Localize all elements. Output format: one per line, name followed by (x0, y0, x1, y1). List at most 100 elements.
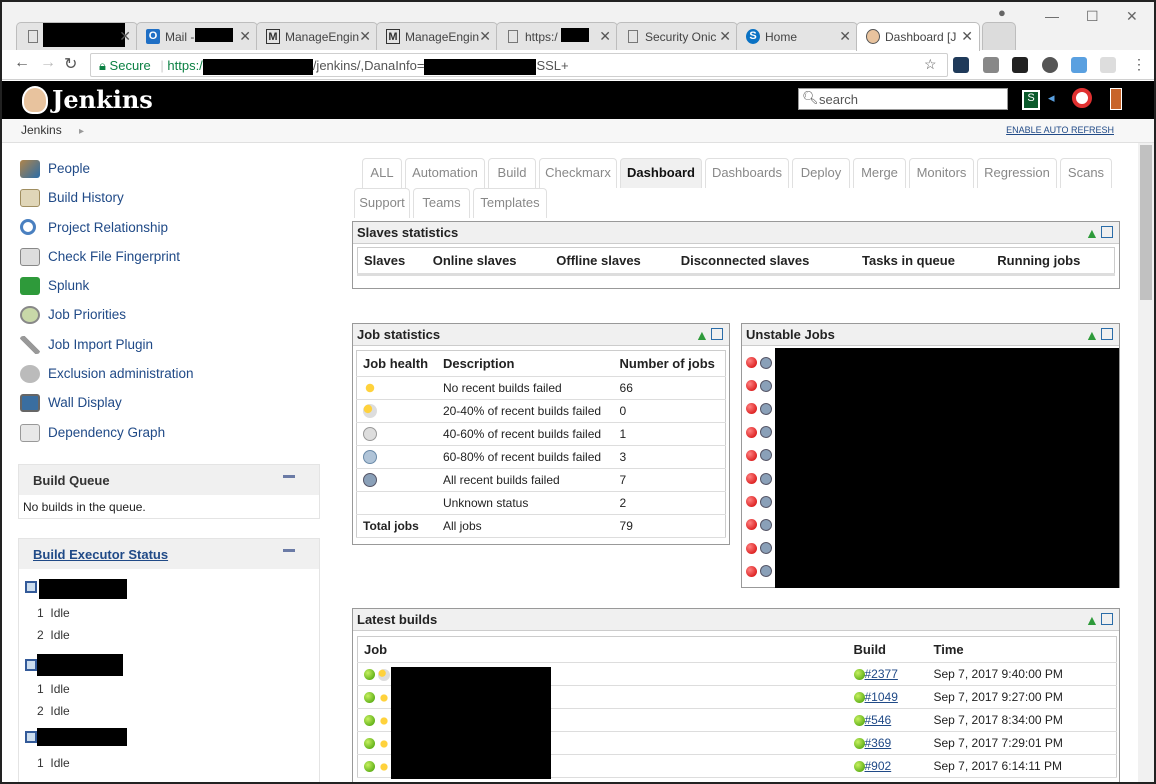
browser-tab[interactable]: M ManageEngin ✕ (256, 22, 378, 50)
build-link[interactable]: #2377 (865, 667, 898, 681)
move-up-icon[interactable]: ▲ (1085, 612, 1099, 628)
minimize-icon[interactable]: — (1045, 8, 1059, 24)
browser-tab[interactable]: M ManageEngin ✕ (376, 22, 498, 50)
close-tab-icon[interactable]: ✕ (961, 28, 973, 45)
collapse-icon[interactable] (283, 475, 295, 478)
sidebar-item-wall-display[interactable]: Wall Display (18, 388, 322, 417)
move-up-icon[interactable]: ▲ (1085, 327, 1099, 343)
tab-checkmarx[interactable]: Checkmarx (539, 158, 617, 188)
tab-regression[interactable]: Regression (977, 158, 1057, 188)
unstable-job-row[interactable] (746, 354, 776, 370)
sidebar-item-splunk[interactable]: Splunk (18, 271, 322, 300)
collapse-icon[interactable] (283, 549, 295, 552)
sidebar-item-build-history[interactable]: Build History (18, 183, 322, 212)
move-up-icon[interactable]: ▲ (1085, 225, 1099, 241)
tab-templates[interactable]: Templates (473, 188, 547, 218)
new-tab-button[interactable] (982, 22, 1016, 50)
unstable-job-row[interactable] (746, 424, 776, 440)
build-executor-status-link[interactable]: Build Executor Status (33, 547, 168, 562)
maximize-portlet-icon[interactable] (1101, 226, 1113, 238)
chevron-right-icon[interactable]: ▸ (79, 126, 84, 137)
unstable-job-row[interactable] (746, 516, 776, 532)
breadcrumb-jenkins[interactable]: Jenkins (21, 123, 62, 137)
failed-status-icon (746, 519, 757, 531)
maximize-icon[interactable]: ☐ (1086, 8, 1099, 25)
close-tab-icon[interactable]: ✕ (119, 28, 131, 45)
unstable-job-row[interactable] (746, 563, 776, 579)
extension-icon[interactable] (1042, 57, 1058, 73)
browser-tab[interactable]: O Mail - ✕ (136, 22, 258, 50)
build-link[interactable]: #369 (865, 736, 892, 750)
unstable-job-row[interactable] (746, 400, 776, 416)
bookmark-star-icon[interactable]: ☆ (924, 56, 937, 73)
menu-icon[interactable]: ⋮ (1132, 56, 1146, 73)
unstable-job-row[interactable] (746, 447, 776, 463)
jenkins-logo[interactable]: Jenkins (22, 85, 153, 116)
tab-dashboards[interactable]: Dashboards (705, 158, 789, 188)
tab-deploy[interactable]: Deploy (792, 158, 850, 188)
enable-auto-refresh-link[interactable]: ENABLE AUTO REFRESH (1006, 125, 1114, 135)
close-tab-icon[interactable]: ✕ (719, 28, 731, 45)
close-tab-icon[interactable]: ✕ (359, 28, 371, 45)
maximize-portlet-icon[interactable] (1101, 613, 1113, 625)
browser-tab[interactable]: S Home ✕ (736, 22, 858, 50)
scrollbar-thumb[interactable] (1140, 145, 1152, 300)
extension-icon[interactable] (1100, 57, 1116, 73)
forward-icon[interactable]: → (40, 54, 56, 72)
success-status-icon (364, 669, 375, 681)
sidebar-item-project-relationship[interactable]: Project Relationship (18, 213, 322, 242)
sidebar-item-exclusion-administration[interactable]: Exclusion administration (18, 359, 322, 388)
browser-tab[interactable]: https:/ ✕ (496, 22, 618, 50)
unstable-job-row[interactable] (746, 470, 776, 486)
tab-all[interactable]: ALL (362, 158, 402, 188)
reload-icon[interactable]: ↻ (64, 54, 77, 74)
browser-tab[interactable]: ✕ (16, 22, 138, 50)
url-input[interactable]: 🔒︎ Secure | https://jenkins/,DanaInfo= SS… (90, 53, 948, 77)
tab-build[interactable]: Build (488, 158, 536, 188)
latest-builds-header: Latest builds ▲ (353, 609, 1119, 631)
maximize-portlet-icon[interactable] (1101, 328, 1113, 340)
unstable-job-row[interactable] (746, 493, 776, 509)
sidebar-item-people[interactable]: People (18, 154, 322, 183)
monitor-icon (20, 394, 40, 413)
close-tab-icon[interactable]: ✕ (599, 28, 611, 45)
tab-support[interactable]: Support (354, 188, 410, 218)
sidebar-item-check-file-fingerprint[interactable]: Check File Fingerprint (18, 242, 322, 271)
move-up-icon[interactable]: ▲ (695, 327, 709, 343)
extension-icon[interactable] (953, 57, 969, 73)
sidebar-item-job-priorities[interactable]: Job Priorities (18, 300, 322, 329)
tab-automation[interactable]: Automation (405, 158, 485, 188)
profile-icon[interactable]: ● (998, 5, 1006, 20)
success-status-icon (853, 669, 865, 681)
tab-merge[interactable]: Merge (853, 158, 906, 188)
tab-scans[interactable]: Scans (1060, 158, 1112, 188)
browser-tab-active[interactable]: Dashboard [J ✕ (856, 22, 980, 51)
extension-icon[interactable] (1071, 57, 1087, 73)
back-icon[interactable]: ← (14, 54, 30, 72)
extension-icon[interactable] (983, 57, 999, 73)
tab-monitors[interactable]: Monitors (909, 158, 974, 188)
tab-dashboard[interactable]: Dashboard (620, 158, 702, 188)
close-tab-icon[interactable]: ✕ (839, 28, 851, 45)
unstable-job-row[interactable] (746, 377, 776, 393)
build-link[interactable]: #546 (865, 713, 892, 727)
unstable-job-row[interactable] (746, 540, 776, 556)
extension-icon[interactable] (1012, 57, 1028, 73)
maximize-portlet-icon[interactable] (711, 328, 723, 340)
page-scrollbar[interactable] (1138, 143, 1154, 782)
build-link[interactable]: #902 (865, 759, 892, 773)
tab-teams[interactable]: Teams (413, 188, 470, 218)
help-lifebuoy-icon[interactable] (1072, 88, 1092, 108)
build-link[interactable]: #1049 (865, 690, 898, 704)
splunk-icon[interactable]: S (1022, 90, 1040, 110)
sidebar-item-job-import-plugin[interactable]: Job Import Plugin (18, 330, 322, 359)
logout-door-icon[interactable] (1110, 88, 1122, 110)
browser-tab[interactable]: Security Onic ✕ (616, 22, 738, 50)
close-tab-icon[interactable]: ✕ (239, 28, 251, 45)
close-window-icon[interactable]: ✕ (1126, 8, 1138, 25)
close-tab-icon[interactable]: ✕ (479, 28, 491, 45)
search-input[interactable]: search (798, 88, 1008, 110)
tools-icon (20, 335, 40, 354)
sidebar-item-dependency-graph[interactable]: Dependency Graph (18, 418, 322, 447)
chevron-left-icon[interactable]: ◂ (1048, 90, 1055, 106)
